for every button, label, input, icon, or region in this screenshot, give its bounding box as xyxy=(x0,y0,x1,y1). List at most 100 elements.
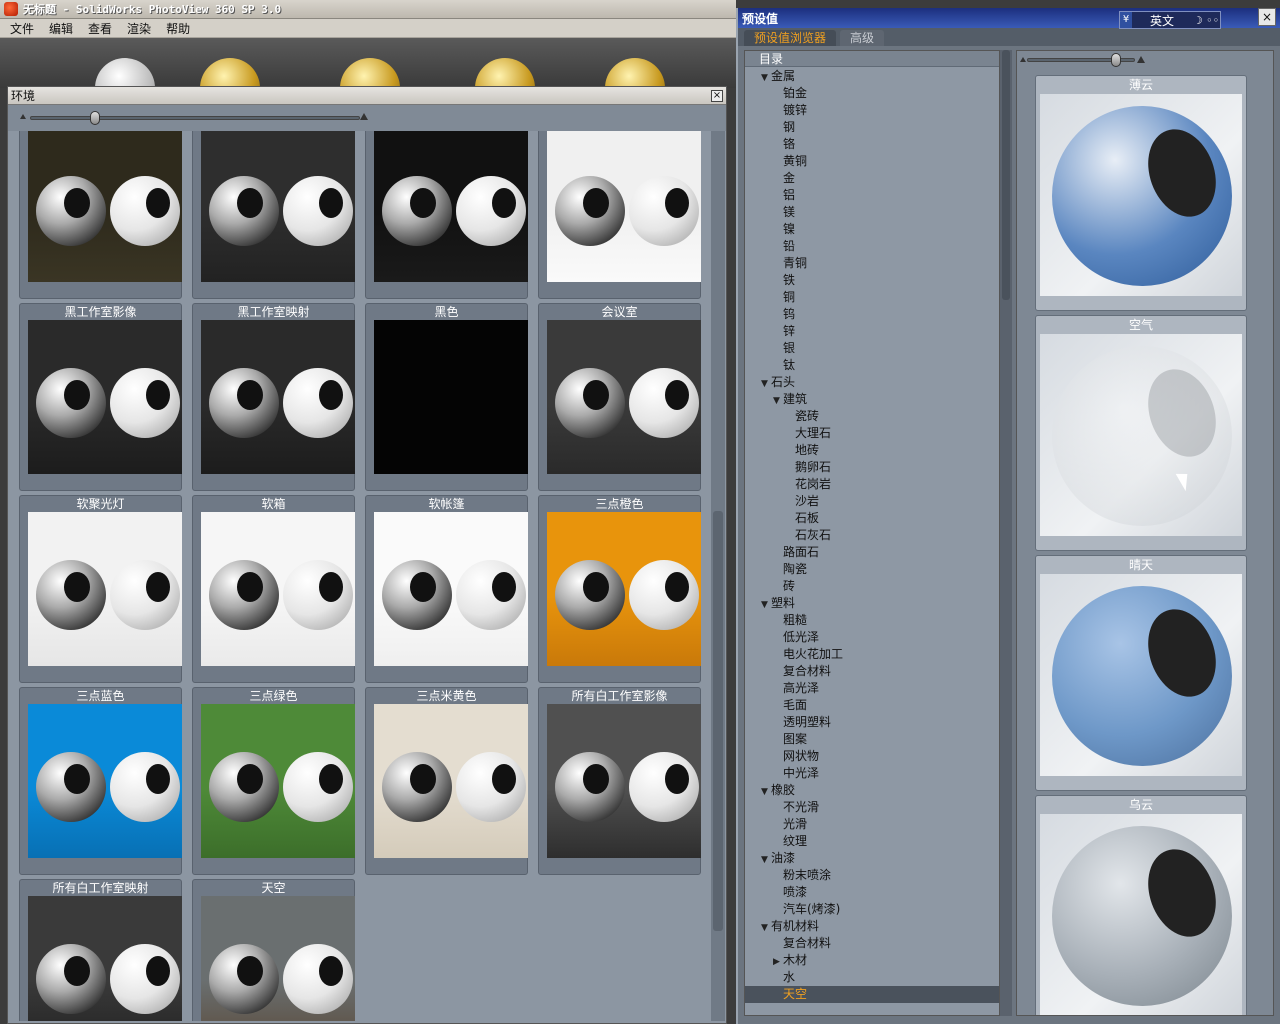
tree-item[interactable]: 黄铜 xyxy=(745,153,999,170)
environment-card[interactable]: 软聚光灯 xyxy=(19,495,182,683)
moon-icon[interactable]: ☽ ◦◦ xyxy=(1192,14,1220,27)
tree-item[interactable]: 纹理 xyxy=(745,833,999,850)
environment-card[interactable]: 黑色 xyxy=(365,303,528,491)
tree-category[interactable]: ▼ 油漆 xyxy=(745,850,999,867)
tree-item[interactable]: 瓷砖 xyxy=(745,408,999,425)
slider-thumb[interactable] xyxy=(90,111,100,125)
environment-card[interactable]: 三点绿色 xyxy=(192,687,355,875)
toolbar-ball-5[interactable] xyxy=(605,58,665,88)
environment-card[interactable]: 所有白工作室映射 xyxy=(19,879,182,1021)
tree-item[interactable]: 粗糙 xyxy=(745,612,999,629)
tree-item[interactable]: 透明塑料 xyxy=(745,714,999,731)
tree-item[interactable]: ▶ 木材 xyxy=(745,952,999,969)
tree-item[interactable]: 中光泽 xyxy=(745,765,999,782)
tree-item[interactable]: 复合材料 xyxy=(745,935,999,952)
preview-card[interactable]: 空气 xyxy=(1035,315,1247,551)
tree-item[interactable]: 铂金 xyxy=(745,85,999,102)
tree-item[interactable]: 粉末喷涂 xyxy=(745,867,999,884)
tree-category[interactable]: ▼ 塑料 xyxy=(745,595,999,612)
tree-item[interactable]: 石灰石 xyxy=(745,527,999,544)
tree-item[interactable]: 高光泽 xyxy=(745,680,999,697)
tree-item[interactable]: 大理石 xyxy=(745,425,999,442)
preview-card[interactable]: 乌云 xyxy=(1035,795,1247,1015)
menu-edit[interactable]: 编辑 xyxy=(49,20,73,37)
menu-view[interactable]: 查看 xyxy=(88,20,112,37)
tree-item[interactable]: 陶瓷 xyxy=(745,561,999,578)
tree-item[interactable]: 钛 xyxy=(745,357,999,374)
tab-preset-browser[interactable]: 预设值浏览器 xyxy=(744,30,837,46)
tab-advanced[interactable]: 高级 xyxy=(840,30,885,46)
tree-item[interactable]: 光滑 xyxy=(745,816,999,833)
language-bar[interactable]: ¥ 英文 ☽ ◦◦ xyxy=(1119,11,1221,29)
preview-card[interactable]: 薄云 xyxy=(1035,75,1247,311)
tree-item[interactable]: 钨 xyxy=(745,306,999,323)
tree-item[interactable]: 低光泽 xyxy=(745,629,999,646)
tree-item[interactable]: 铜 xyxy=(745,289,999,306)
chevron-down-icon[interactable]: ¥ xyxy=(1120,12,1132,28)
environment-card[interactable]: 三点蓝色 xyxy=(19,687,182,875)
environment-card[interactable]: 软箱 xyxy=(192,495,355,683)
tree-item[interactable]: 毛面 xyxy=(745,697,999,714)
tree-item[interactable]: 喷漆 xyxy=(745,884,999,901)
menu-file[interactable]: 文件 xyxy=(10,20,34,37)
preview-card[interactable]: 晴天 xyxy=(1035,555,1247,791)
preview-size-slider[interactable] xyxy=(1017,51,1273,69)
toolbar-ball-4[interactable] xyxy=(475,58,535,88)
tree-item[interactable]: 青铜 xyxy=(745,255,999,272)
environment-card[interactable]: 所有白工作室影像 xyxy=(538,687,701,875)
thumbnail-size-slider[interactable] xyxy=(8,105,726,131)
tree-item[interactable]: 汽车(烤漆) xyxy=(745,901,999,918)
tree-category[interactable]: ▼ 金属 xyxy=(745,68,999,85)
tree-item[interactable]: 镀锌 xyxy=(745,102,999,119)
menu-render[interactable]: 渲染 xyxy=(127,20,151,37)
environment-card[interactable]: 黑工作室影像 xyxy=(19,303,182,491)
environment-scrollbar[interactable] xyxy=(711,131,725,1021)
tree-item[interactable]: 砖 xyxy=(745,578,999,595)
tree-category[interactable]: ▼ 石头 xyxy=(745,374,999,391)
toolbar-ball-1[interactable] xyxy=(95,58,155,88)
environment-card[interactable]: 黑工作室映射 xyxy=(192,303,355,491)
environment-close-button[interactable]: × xyxy=(711,89,723,102)
tree-item[interactable]: 不光滑 xyxy=(745,799,999,816)
environment-card[interactable]: 三点米黄色 xyxy=(365,687,528,875)
tree-item[interactable]: 路面石 xyxy=(745,544,999,561)
tree-item[interactable]: 复合材料 xyxy=(745,663,999,680)
tree-item[interactable]: 电火花加工 xyxy=(745,646,999,663)
tree-item[interactable]: 石板 xyxy=(745,510,999,527)
tree-item[interactable]: 地砖 xyxy=(745,442,999,459)
tree-item[interactable]: 金 xyxy=(745,170,999,187)
scrollbar-thumb[interactable] xyxy=(713,511,723,931)
tree-item[interactable]: 网状物 xyxy=(745,748,999,765)
environment-card[interactable] xyxy=(538,131,701,299)
toolbar-ball-2[interactable] xyxy=(200,58,260,88)
scrollbar-thumb[interactable] xyxy=(1002,50,1010,300)
tree-item[interactable]: 银 xyxy=(745,340,999,357)
toolbar-ball-3[interactable] xyxy=(340,58,400,88)
menu-help[interactable]: 帮助 xyxy=(166,20,190,37)
tree-item[interactable]: 鹅卵石 xyxy=(745,459,999,476)
environment-card[interactable]: 会议室 xyxy=(538,303,701,491)
tree-item[interactable]: 水 xyxy=(745,969,999,986)
environment-card[interactable]: 天空 xyxy=(192,879,355,1021)
environment-card[interactable] xyxy=(192,131,355,299)
tree-item[interactable]: 铝 xyxy=(745,187,999,204)
environment-card[interactable] xyxy=(365,131,528,299)
tree-item[interactable]: 花岗岩 xyxy=(745,476,999,493)
tree-item[interactable]: 图案 xyxy=(745,731,999,748)
tree-item[interactable]: 锌 xyxy=(745,323,999,340)
environment-card[interactable]: 三点橙色 xyxy=(538,495,701,683)
tree-item[interactable]: 铬 xyxy=(745,136,999,153)
tree-item[interactable]: 铁 xyxy=(745,272,999,289)
environment-card[interactable] xyxy=(19,131,182,299)
tree-item[interactable]: 铅 xyxy=(745,238,999,255)
tree-item[interactable]: 镁 xyxy=(745,204,999,221)
tree-item[interactable]: 天空 xyxy=(745,986,999,1003)
environment-card[interactable]: 软帐篷 xyxy=(365,495,528,683)
tree-item[interactable]: 钢 xyxy=(745,119,999,136)
tree-item[interactable]: 沙岩 xyxy=(745,493,999,510)
tree-item[interactable]: ▼ 建筑 xyxy=(745,391,999,408)
slider-thumb[interactable] xyxy=(1111,53,1121,67)
tree-scrollbar[interactable] xyxy=(1000,50,1012,1016)
preset-close-button[interactable]: × xyxy=(1258,8,1276,26)
tree-category[interactable]: ▼ 橡胶 xyxy=(745,782,999,799)
